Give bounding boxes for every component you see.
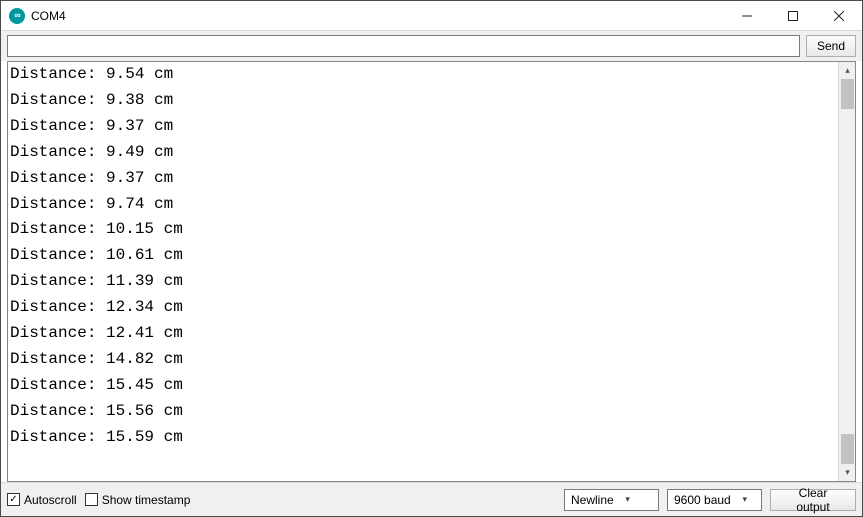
maximize-button[interactable] xyxy=(770,1,816,30)
footer-bar: ✓ Autoscroll Show timestamp Newline ▾ 96… xyxy=(1,482,862,516)
window-controls xyxy=(724,1,862,30)
scroll-down-icon[interactable]: ▾ xyxy=(839,464,856,481)
scroll-thumb-bottom[interactable] xyxy=(841,434,854,464)
serial-output-text[interactable]: Distance: 9.54 cm Distance: 9.38 cm Dist… xyxy=(8,62,838,481)
scroll-up-icon[interactable]: ▴ xyxy=(839,62,856,79)
close-button[interactable] xyxy=(816,1,862,30)
send-button[interactable]: Send xyxy=(806,35,856,57)
minimize-button[interactable] xyxy=(724,1,770,30)
autoscroll-checkbox[interactable]: ✓ Autoscroll xyxy=(7,493,77,507)
vertical-scrollbar[interactable]: ▴ ▾ xyxy=(838,62,855,481)
send-bar: Send xyxy=(1,31,862,61)
autoscroll-label: Autoscroll xyxy=(24,493,77,507)
line-ending-select[interactable]: Newline ▾ xyxy=(564,489,659,511)
timestamp-checkbox[interactable]: Show timestamp xyxy=(85,493,191,507)
arduino-icon: ∞ xyxy=(9,8,25,24)
chevron-down-icon: ▾ xyxy=(737,494,753,505)
titlebar: ∞ COM4 xyxy=(1,1,862,31)
scroll-thumb-top[interactable] xyxy=(841,79,854,109)
timestamp-label: Show timestamp xyxy=(102,493,191,507)
chevron-down-icon: ▾ xyxy=(620,494,636,505)
checkbox-icon: ✓ xyxy=(7,493,20,506)
baud-rate-select[interactable]: 9600 baud ▾ xyxy=(667,489,762,511)
serial-monitor-window: ∞ COM4 Send Distance: 9.54 cm Distance: … xyxy=(0,0,863,517)
window-title: COM4 xyxy=(31,9,724,23)
clear-output-button[interactable]: Clear output xyxy=(770,489,856,511)
line-ending-value: Newline xyxy=(571,493,614,507)
serial-output-panel: Distance: 9.54 cm Distance: 9.38 cm Dist… xyxy=(7,61,856,482)
baud-rate-value: 9600 baud xyxy=(674,493,731,507)
checkbox-icon xyxy=(85,493,98,506)
serial-input[interactable] xyxy=(7,35,800,57)
